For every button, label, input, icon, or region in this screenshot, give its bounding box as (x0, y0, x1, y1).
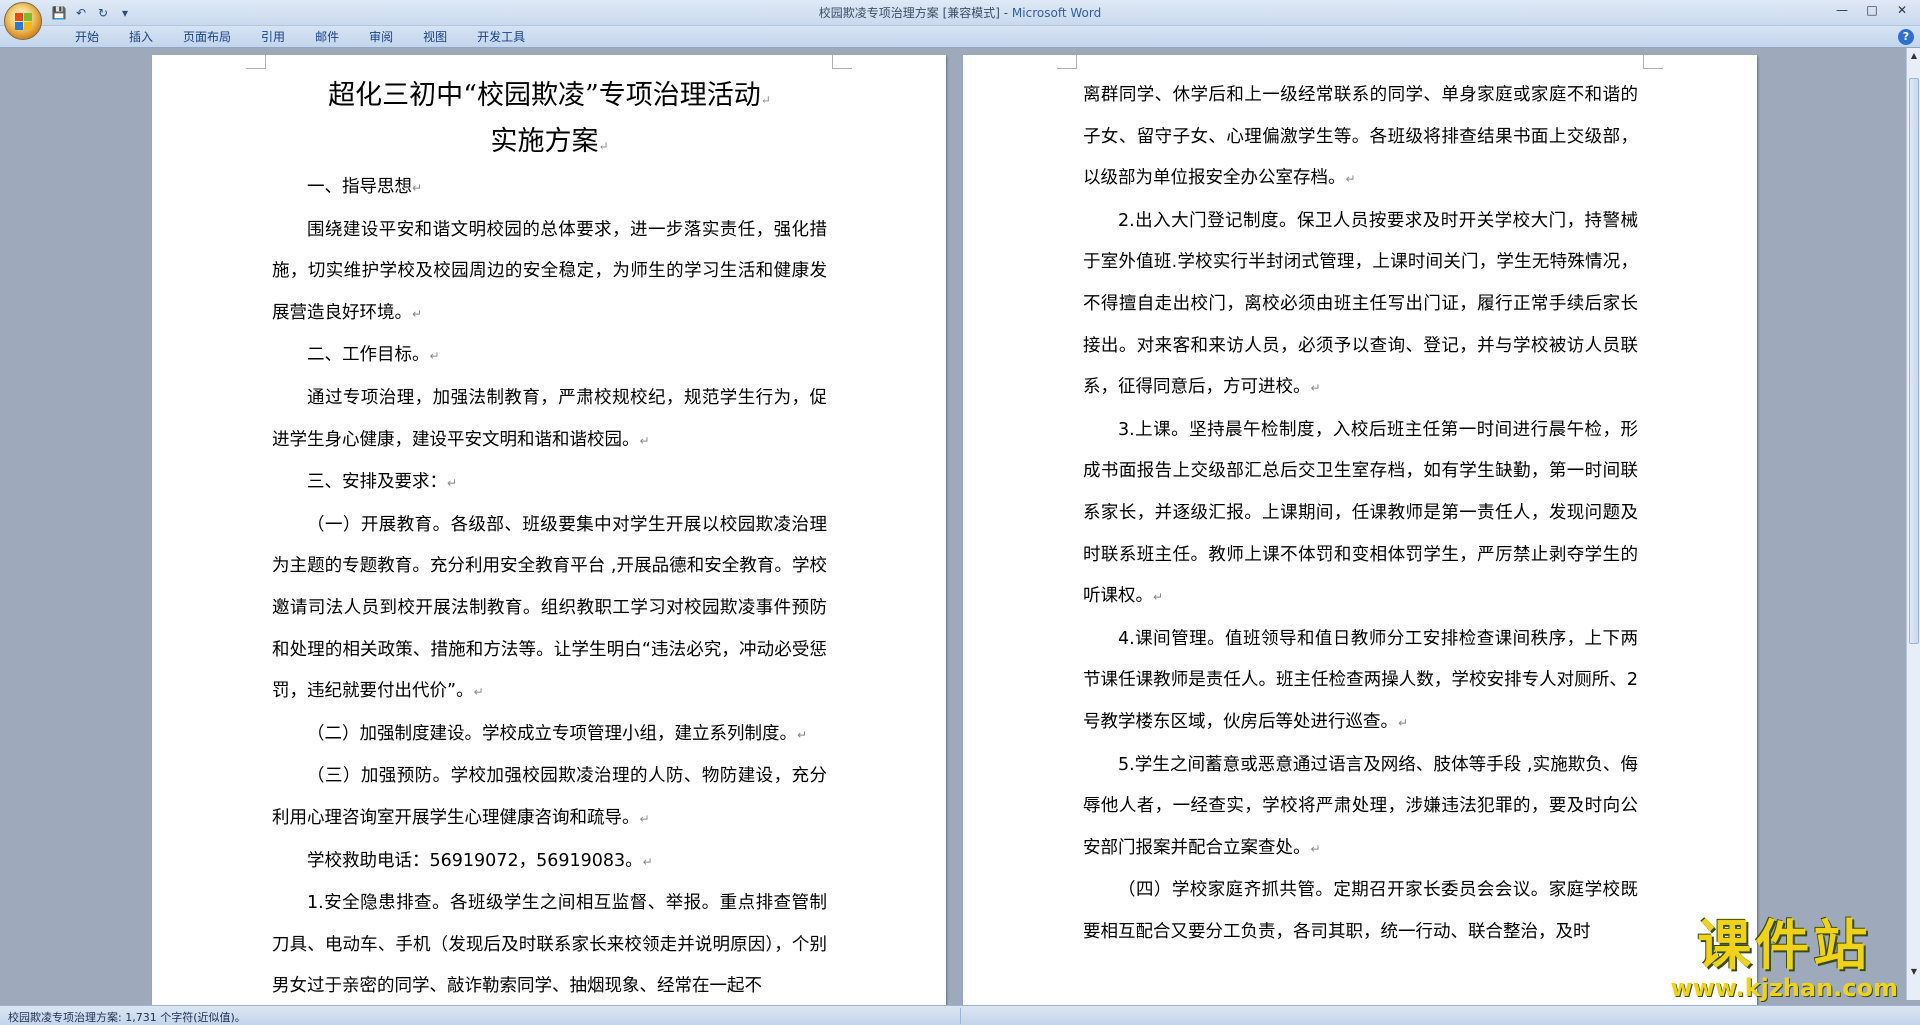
app-name: Microsoft Word (1011, 6, 1102, 20)
crop-mark (832, 55, 852, 69)
paragraph-mark-icon: ↵ (760, 93, 771, 107)
paragraph[interactable]: （四）学校家庭齐抓共管。定期召开家长委员会会议。家庭学校既要相互配合又要分工负责… (1083, 870, 1638, 953)
paragraph[interactable]: 3.上课。坚持晨午检制度，入校后班主任第一时间进行晨午检，形成书面报告上交级部汇… (1083, 410, 1638, 619)
paragraph-text: 4.课间管理。值班领导和值日教师分工安排检查课间秩序，上下两节课任课教师是责任人… (1083, 628, 1638, 732)
paragraph-mark-icon: ↵ (473, 685, 484, 700)
paragraph-text: （四）学校家庭齐抓共管。定期召开家长委员会会议。家庭学校既要相互配合又要分工负责… (1083, 880, 1638, 942)
page-content[interactable]: 离群同学、休学后和上一级经常联系的同学、单身家庭或家庭不和谐的子女、留守子女、心… (1083, 75, 1638, 953)
paragraph[interactable]: 三、安排及要求：↵ (272, 462, 827, 505)
document-title-heading[interactable]: 超化三初中“校园欺凌”专项治理活动↵ 实施方案↵ (272, 75, 827, 167)
paragraph-mark-icon: ↵ (1310, 381, 1321, 396)
paragraph-text: 一、指导思想 (307, 177, 412, 197)
watermark-url: www.kjzhan.com (1670, 974, 1898, 1002)
document-page-left[interactable]: 超化三初中“校园欺凌”专项治理活动↵ 实施方案↵ 一、指导思想↵ 围绕建设平安和谐… (152, 55, 946, 1005)
paragraph-list: 离群同学、休学后和上一级经常联系的同学、单身家庭或家庭不和谐的子女、留守子女、心… (1083, 75, 1638, 953)
paragraph[interactable]: 离群同学、休学后和上一级经常联系的同学、单身家庭或家庭不和谐的子女、留守子女、心… (1083, 75, 1638, 201)
paragraph-mark-icon: ↵ (639, 433, 650, 448)
paragraph[interactable]: （一）开展教育。各级部、班级要集中对学生开展以校园欺凌治理为主题的专题教育。充分… (272, 505, 827, 714)
status-word-count[interactable]: 校园欺凌专项治理方案: 1,731 个字符(近似值)。 (8, 1009, 246, 1025)
paragraph-mark-icon: ↵ (429, 349, 440, 364)
paragraph-mark-icon: ↵ (598, 139, 609, 153)
window-title: 校园欺凌专项治理方案 [兼容模式] - Microsoft Word (0, 4, 1920, 21)
paragraph[interactable]: 通过专项治理，加强法制教育，严肃校规校纪，规范学生行为，促进学生身心健康，建设平… (272, 378, 827, 462)
window-controls: — □ ✕ (1832, 3, 1912, 17)
paragraph-text: 二、工作目标。 (307, 345, 430, 366)
paragraph[interactable]: （二）加强制度建设。学校成立专项管理小组，建立系列制度。↵ (272, 714, 827, 757)
tab-5[interactable]: 审阅 (354, 29, 408, 45)
ribbon-tabs: 开始 插入 页面布局 引用 邮件 审阅 视图 开发工具 (60, 29, 540, 45)
scrollbar-thumb[interactable] (1909, 78, 1919, 644)
vertical-scrollbar[interactable]: ▲ ▼ (1906, 48, 1920, 1000)
scroll-up-icon[interactable]: ▲ (1908, 50, 1920, 62)
paragraph-text: 学校救助电话：56919072，56919083。 (307, 850, 643, 871)
paragraph[interactable]: （三）加强预防。学校加强校园欺凌治理的人防、物防建设，充分利用心理咨询室开展学生… (272, 756, 827, 840)
tab-2[interactable]: 页面布局 (168, 29, 246, 45)
paragraph[interactable]: 2.出入大门登记制度。保卫人员按要求及时开关学校大门，持警械于室外值班.学校实行… (1083, 201, 1638, 410)
document-title: 校园欺凌专项治理方案 [兼容模式] - (818, 6, 1012, 20)
paragraph-text: （二）加强制度建设。学校成立专项管理小组，建立系列制度。 (307, 723, 797, 744)
title-bar: 💾 ↶ ↻ ▾ 校园欺凌专项治理方案 [兼容模式] - Microsoft Wo… (0, 0, 1920, 26)
paragraph-text: 通过专项治理，加强法制教育，严肃校规校纪，规范学生行为，促进学生身心健康，建设平… (272, 387, 827, 450)
watermark-text: 课件站 (1697, 914, 1872, 977)
paragraph-mark-icon: ↵ (1345, 172, 1356, 187)
paragraph[interactable]: 一、指导思想↵ (272, 167, 827, 210)
document-page-right[interactable]: 离群同学、休学后和上一级经常联系的同学、单身家庭或家庭不和谐的子女、留守子女、心… (963, 55, 1757, 1005)
paragraph[interactable]: 学校救助电话：56919072，56919083。↵ (272, 841, 827, 884)
crop-mark (246, 55, 266, 69)
status-divider (960, 1008, 961, 1024)
paragraph-list: 一、指导思想↵ 围绕建设平安和谐文明校园的总体要求，进一步落实责任，强化措施，切实… (272, 167, 827, 1005)
office-logo-icon (15, 13, 33, 31)
paragraph-text: 2.出入大门登记制度。保卫人员按要求及时开关学校大门，持警械于室外值班.学校实行… (1083, 210, 1638, 398)
paragraph-mark-icon: ↵ (1310, 841, 1321, 856)
page-content[interactable]: 超化三初中“校园欺凌”专项治理活动↵ 实施方案↵ 一、指导思想↵ 围绕建设平安和谐… (272, 75, 827, 1005)
paragraph-mark-icon: ↵ (412, 181, 423, 195)
paragraph-text: 三、安排及要求： (307, 472, 447, 493)
paragraph-text: 离群同学、休学后和上一级经常联系的同学、单身家庭或家庭不和谐的子女、留守子女、心… (1083, 85, 1638, 189)
paragraph-mark-icon: ↵ (1398, 715, 1409, 730)
paragraph-mark-icon: ↵ (639, 811, 650, 826)
paragraph-mark-icon: ↵ (797, 727, 808, 742)
tab-3[interactable]: 引用 (246, 29, 300, 45)
paragraph-text: 围绕建设平安和谐文明校园的总体要求，进一步落实责任，强化措施，切实维护学校及校园… (272, 219, 827, 323)
close-icon[interactable]: ✕ (1892, 3, 1912, 17)
crop-mark (1643, 55, 1663, 69)
paragraph[interactable]: 二、工作目标。↵ (272, 335, 827, 378)
paragraph-text: 5.学生之间蓄意或恶意通过语言及网络、肢体等手段 ,实施欺负、侮辱他人者，一经查… (1083, 754, 1638, 858)
paragraph[interactable]: 5.学生之间蓄意或恶意通过语言及网络、肢体等手段 ,实施欺负、侮辱他人者，一经查… (1083, 745, 1638, 871)
paragraph[interactable]: 4.课间管理。值班领导和值日教师分工安排检查课间秩序，上下两节课任课教师是责任人… (1083, 619, 1638, 745)
paragraph[interactable]: 围绕建设平安和谐文明校园的总体要求，进一步落实责任，强化措施，切实维护学校及校园… (272, 210, 827, 336)
maximize-icon[interactable]: □ (1862, 3, 1882, 17)
paragraph-text: （一）开展教育。各级部、班级要集中对学生开展以校园欺凌治理为主题的专题教育。充分… (272, 514, 827, 702)
paragraph-mark-icon: ↵ (642, 854, 653, 869)
help-icon[interactable]: ? (1898, 29, 1914, 45)
office-button[interactable] (4, 2, 42, 40)
paragraph-text: 3.上课。坚持晨午检制度，入校后班主任第一时间进行晨午检，形成书面报告上交级部汇… (1083, 419, 1638, 607)
scroll-down-icon[interactable]: ▼ (1908, 966, 1920, 978)
paragraph-text: 1.安全隐患排查。各班级学生之间相互监督、举报。重点排查管制刀具、电动车、手机（… (272, 893, 827, 997)
status-bar: 校园欺凌专项治理方案: 1,731 个字符(近似值)。 (0, 1005, 1920, 1025)
tab-4[interactable]: 邮件 (300, 29, 354, 45)
paragraph-mark-icon: ↵ (447, 476, 458, 491)
paragraph[interactable]: 1.安全隐患排查。各班级学生之间相互监督、举报。重点排查管制刀具、电动车、手机（… (272, 883, 827, 1005)
tab-0[interactable]: 开始 (60, 29, 114, 45)
ribbon-tab-bar: 开始 插入 页面布局 引用 邮件 审阅 视图 开发工具 ? (0, 26, 1920, 48)
tab-7[interactable]: 开发工具 (462, 29, 540, 45)
crop-mark (1057, 55, 1077, 69)
watermark-logo: 课件站 www.kjzhan.com (1670, 914, 1898, 1002)
tab-6[interactable]: 视图 (408, 29, 462, 45)
paragraph-mark-icon: ↵ (1153, 590, 1164, 605)
paragraph-text: （三）加强预防。学校加强校园欺凌治理的人防、物防建设，充分利用心理咨询室开展学生… (272, 766, 827, 828)
minimize-icon[interactable]: — (1832, 3, 1852, 17)
paragraph-mark-icon: ↵ (412, 306, 423, 321)
tab-1[interactable]: 插入 (114, 29, 168, 45)
